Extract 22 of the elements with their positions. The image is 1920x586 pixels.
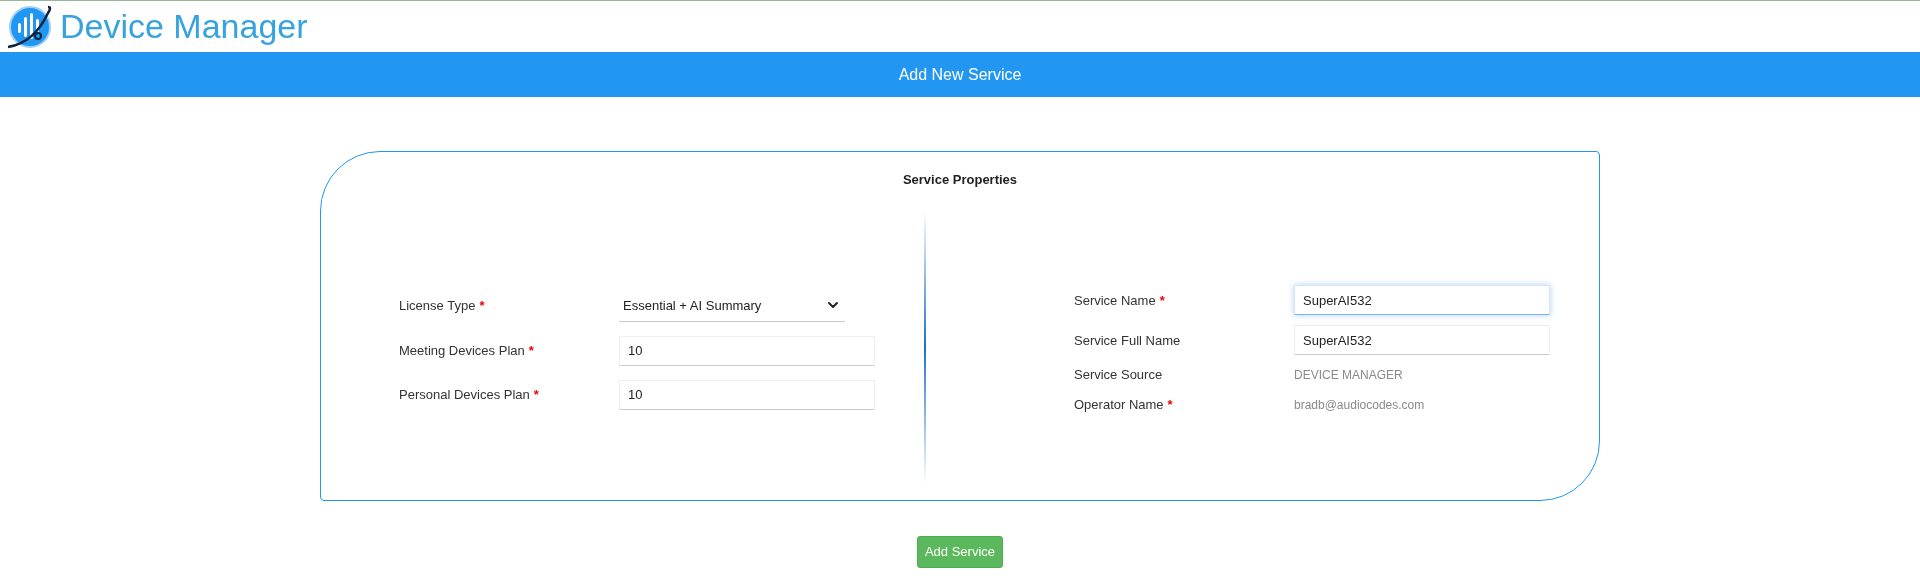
field-label: License Type bbox=[399, 297, 476, 315]
input-field[interactable]: 10 bbox=[619, 379, 875, 410]
required-mark: * bbox=[1167, 395, 1173, 414]
field-value: DEVICE MANAGER bbox=[1294, 367, 1403, 384]
required-mark: * bbox=[1159, 291, 1165, 310]
input-field[interactable]: SuperAI532 bbox=[1294, 285, 1550, 316]
required-mark: * bbox=[528, 342, 534, 360]
input-field[interactable]: SuperAI532 bbox=[1294, 325, 1550, 356]
field-label: Meeting Devices Plan bbox=[399, 342, 525, 360]
banner-title: Add New Service bbox=[898, 64, 1022, 85]
required-mark: * bbox=[533, 386, 539, 404]
card-title: Service Properties bbox=[902, 171, 1018, 189]
field-label: Service Full Name bbox=[1074, 331, 1181, 350]
field-value: bradb@audiocodes.com bbox=[1294, 396, 1425, 414]
license-select[interactable]: Essential + AI Summary bbox=[619, 289, 845, 322]
field-label: Service Name bbox=[1074, 291, 1156, 310]
field-label: Operator Name bbox=[1074, 395, 1164, 414]
input-field[interactable]: 10 bbox=[619, 335, 875, 366]
required-mark: * bbox=[479, 297, 485, 315]
field-label: Personal Devices Plan bbox=[399, 386, 530, 404]
field-label: Service Source bbox=[1074, 366, 1163, 385]
app-title: Device Manager bbox=[60, 6, 308, 47]
